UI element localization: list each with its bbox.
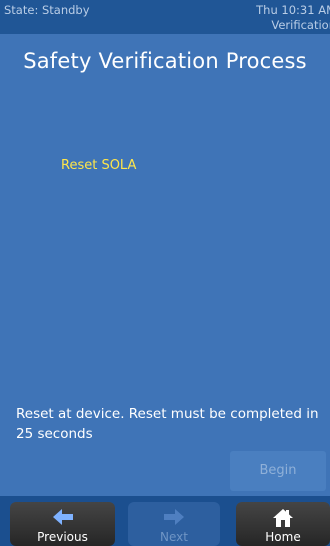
home-icon bbox=[236, 508, 330, 530]
main-panel: Safety Verification Process Reset SOLA R… bbox=[0, 34, 330, 496]
arrow-left-icon bbox=[10, 508, 115, 530]
begin-button[interactable]: Begin bbox=[230, 451, 326, 491]
previous-label: Previous bbox=[37, 530, 88, 544]
next-label: Next bbox=[160, 530, 188, 544]
home-label: Home bbox=[265, 530, 301, 544]
datetime-text: Thu 10:31 AM bbox=[256, 3, 330, 17]
next-button[interactable]: Next bbox=[128, 502, 220, 546]
section-text: Verification bbox=[271, 18, 330, 32]
step-label: Reset SOLA bbox=[61, 158, 137, 173]
previous-button[interactable]: Previous bbox=[10, 502, 115, 546]
bottom-nav-bar: Previous Next Home bbox=[0, 496, 330, 546]
page-title: Safety Verification Process bbox=[23, 49, 307, 73]
status-bar: State: Standby Thu 10:31 AM Verification bbox=[0, 0, 330, 34]
home-button[interactable]: Home bbox=[236, 502, 330, 546]
state-text: State: Standby bbox=[4, 3, 90, 17]
instructions-text: Reset at device. Reset must be completed… bbox=[16, 406, 319, 442]
arrow-right-icon bbox=[128, 508, 220, 530]
